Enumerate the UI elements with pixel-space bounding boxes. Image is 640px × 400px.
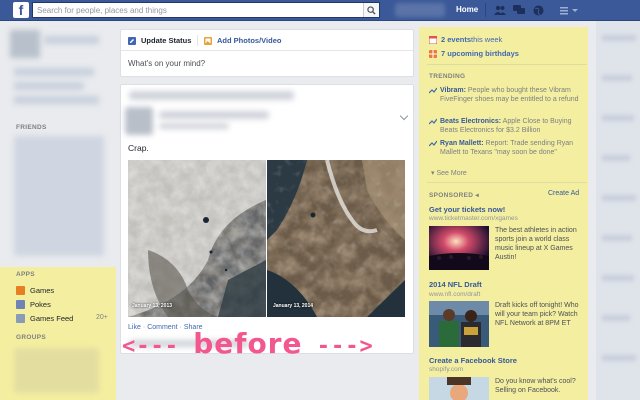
ad-title[interactable]: 2014 NFL Draft <box>429 280 482 289</box>
see-more-label: See More <box>436 170 467 177</box>
add-photos-label: Add Photos/Video <box>217 36 282 45</box>
events-suffix: this week <box>471 35 503 44</box>
games-feed-count: 20+ <box>96 314 108 321</box>
notifications-globe-icon[interactable] <box>532 4 544 16</box>
update-status-label: Update Status <box>141 36 192 45</box>
trending-arrow-icon <box>429 87 437 94</box>
divider <box>427 182 587 183</box>
search-box[interactable] <box>32 2 380 18</box>
trending-topic: Beats Electronics: <box>440 118 502 125</box>
ad-title[interactable]: Create a Facebook Store <box>429 356 517 365</box>
trending-item[interactable]: Vibram: People who bought these Vibram F… <box>429 86 587 104</box>
birthdays-link[interactable]: 7 upcoming birthdays <box>429 49 519 58</box>
groups-section-label: GROUPS <box>16 334 46 341</box>
ad-description[interactable]: Do you know what's cool? Selling on Face… <box>495 377 587 395</box>
nav-item-blurred[interactable] <box>14 68 94 76</box>
trending-topic: Ryan Mallett: <box>440 140 484 147</box>
image-date-caption: January 13, 2014 <box>273 303 314 309</box>
pencil-icon <box>128 36 136 45</box>
ad-url[interactable]: shopify.com <box>429 366 463 373</box>
feed-post: Crap. January 13, 2013 January 13, 2014 … <box>120 84 414 354</box>
post-timestamp-blurred[interactable] <box>159 123 229 129</box>
post-image-2014[interactable]: January 13, 2014 <box>267 160 405 317</box>
trending-topic: Vibram: <box>440 87 466 94</box>
games-icon <box>16 285 25 295</box>
sponsored-section-label: SPONSORED ◂ <box>429 192 479 199</box>
events-link[interactable]: 2 events this week <box>428 35 503 44</box>
ad-image-nfl[interactable] <box>429 301 489 347</box>
messages-icon[interactable] <box>513 4 525 16</box>
ad-image-store[interactable] <box>429 377 489 400</box>
app-label: Pokes <box>30 299 51 309</box>
settings-menu-icon[interactable] <box>558 4 580 16</box>
ad-url[interactable]: www.ticketmaster.com/xgames <box>429 215 518 222</box>
update-status-tab[interactable]: Update Status <box>128 36 191 45</box>
divider <box>427 64 587 65</box>
facebook-logo-icon[interactable]: f <box>13 2 29 18</box>
chat-sidebar-blurred[interactable] <box>596 21 640 400</box>
app-label: Games Feed <box>30 313 74 323</box>
add-photos-tab[interactable]: Add Photos/Video <box>204 36 281 45</box>
events-count: 2 events <box>441 35 472 44</box>
trending-arrow-icon <box>429 118 437 125</box>
ad-image-concert[interactable] <box>429 226 489 270</box>
post-options-chevron-icon[interactable] <box>399 111 409 121</box>
gift-icon <box>429 49 437 58</box>
friends-section-label: FRIENDS <box>16 124 47 131</box>
create-ad-link[interactable]: Create Ad <box>548 190 579 197</box>
ad-description[interactable]: The best athletes in action sports join … <box>495 226 587 262</box>
ad-description[interactable]: Draft kicks off tonight! Who will your t… <box>495 301 587 328</box>
birthdays-label: 7 upcoming birthdays <box>441 49 519 58</box>
trending-arrow-icon <box>429 140 437 147</box>
trending-section-label: TRENDING <box>429 73 466 80</box>
trending-item[interactable]: Beats Electronics: Apple Close to Buying… <box>429 117 587 135</box>
calendar-icon <box>428 35 438 44</box>
annotation-right-arrow: ---> <box>316 334 374 359</box>
right-sidebar: 2 events this week 7 upcoming birthdays … <box>419 27 588 400</box>
tab-divider <box>197 35 198 46</box>
pokes-icon <box>16 299 25 309</box>
status-composer: Update Status Add Photos/Video What's on… <box>120 29 414 77</box>
nav-item-blurred[interactable] <box>14 82 84 90</box>
nav-divider <box>485 3 486 17</box>
ad-url[interactable]: www.nfl.com/draft <box>429 291 480 298</box>
groups-list-blurred[interactable] <box>14 348 99 393</box>
apps-section-label: APPS <box>16 271 35 278</box>
friend-requests-icon[interactable] <box>494 4 506 16</box>
search-icon <box>367 5 376 15</box>
search-button[interactable] <box>363 3 379 17</box>
profile-name-blurred[interactable] <box>44 36 99 44</box>
friends-list-blurred[interactable] <box>14 136 104 256</box>
before-annotation: <--- before ---> <box>122 327 418 367</box>
nav-item-blurred[interactable] <box>14 96 99 104</box>
see-more-link[interactable]: ▾ See More <box>431 169 467 177</box>
post-author-avatar[interactable] <box>125 107 153 135</box>
megaphone-icon: ◂ <box>475 192 479 199</box>
app-label: Games <box>30 285 55 295</box>
profile-link-blurred[interactable] <box>395 3 445 17</box>
trending-item[interactable]: Ryan Mallett: Report: Trade sending Ryan… <box>429 139 587 157</box>
composer-divider <box>121 50 413 51</box>
avatar[interactable] <box>10 30 40 58</box>
app-item-pokes[interactable]: Pokes <box>16 298 51 310</box>
post-text: Crap. <box>128 143 149 153</box>
app-item-games-feed[interactable]: Games Feed <box>16 312 73 324</box>
home-link[interactable]: Home <box>456 5 478 14</box>
top-navigation-bar: f Home <box>0 0 640 21</box>
photo-icon <box>204 36 212 45</box>
annotation-word: before <box>193 327 303 360</box>
post-author-name-blurred[interactable] <box>159 111 269 119</box>
ad-title[interactable]: Get your tickets now! <box>429 205 505 214</box>
post-image-2013[interactable]: January 13, 2013 <box>128 160 266 317</box>
status-input[interactable]: What's on your mind? <box>128 59 205 68</box>
app-item-games[interactable]: Games <box>16 284 54 296</box>
search-input[interactable] <box>33 3 353 17</box>
games-feed-icon <box>16 313 25 323</box>
post-header-blurred <box>129 91 294 100</box>
image-date-caption: January 13, 2013 <box>132 303 173 309</box>
annotation-left-arrow: <--- <box>122 334 179 359</box>
